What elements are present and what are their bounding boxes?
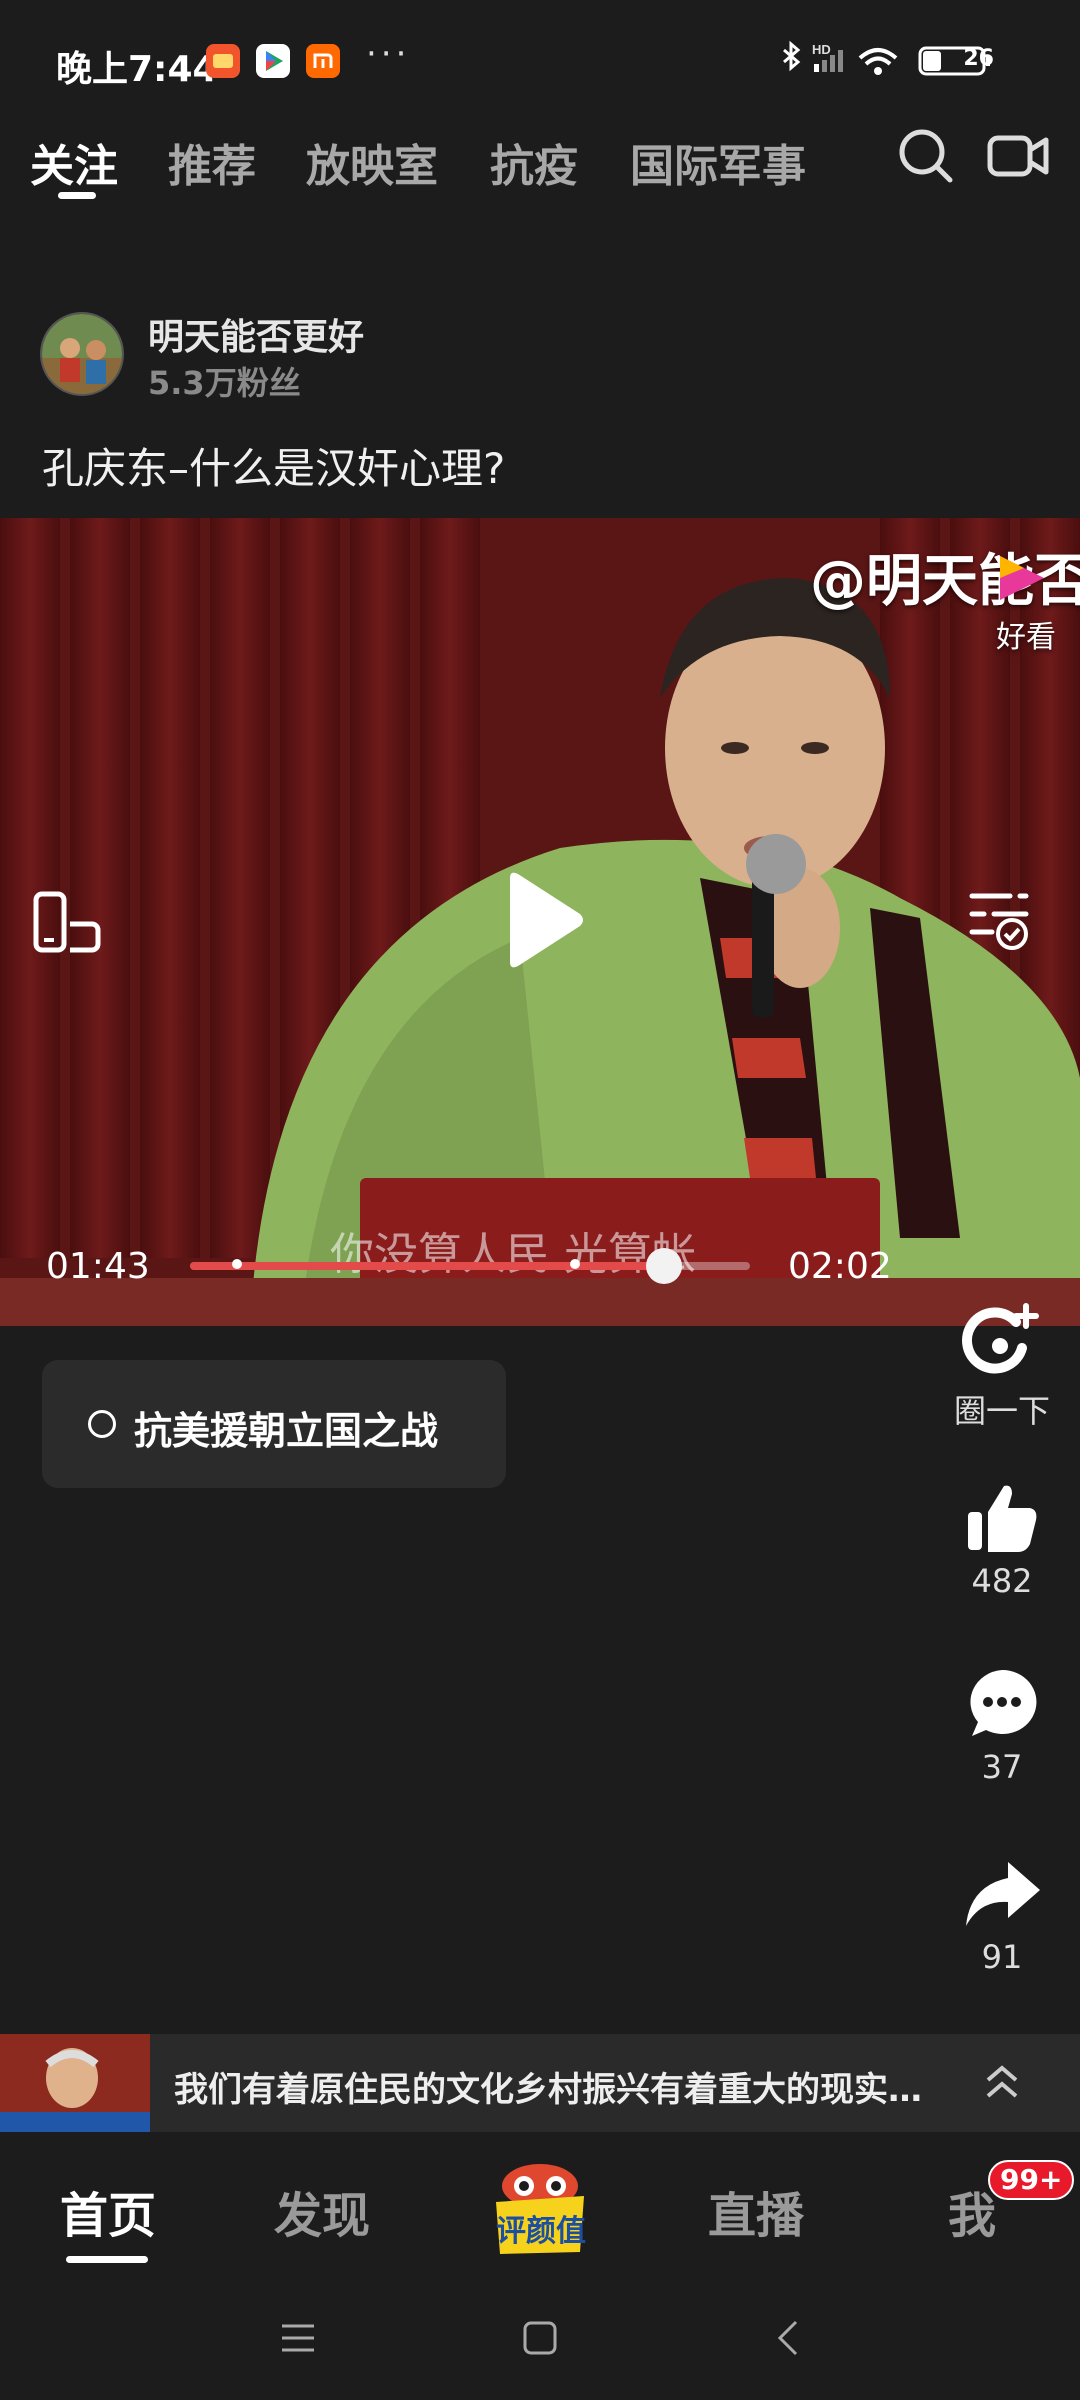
- nav-rate-looks-logo[interactable]: 评颜值: [484, 2156, 596, 2256]
- status-bar: 晚上7:44 ··· HD 26: [0, 0, 1080, 120]
- search-icon[interactable]: [896, 126, 956, 186]
- video-camera-icon[interactable]: [986, 126, 1050, 186]
- nav-rate-looks-label: 评颜值: [496, 2214, 586, 2249]
- chevron-double-up-icon[interactable]: [980, 2058, 1024, 2108]
- kuaishou-app-icon: [206, 44, 240, 78]
- author-fans-count: 5.3万粉丝: [148, 364, 301, 402]
- circle-plus-icon: [962, 1303, 1039, 1374]
- more-dots: ···: [366, 34, 411, 74]
- network-hd-label: HD: [812, 42, 831, 57]
- progress-fill: [190, 1262, 664, 1270]
- share-count: 91: [981, 1938, 1023, 1976]
- haokan-logo-icon: [1000, 556, 1044, 600]
- play-icon[interactable]: [500, 870, 586, 970]
- nav-discover[interactable]: 发现: [274, 2176, 370, 2246]
- tab-military[interactable]: 国际军事: [630, 130, 806, 194]
- progress-bar[interactable]: [190, 1248, 750, 1284]
- progress-marker: [570, 1259, 580, 1269]
- author-name[interactable]: 明天能否更好: [148, 308, 364, 360]
- total-time: 02:02: [788, 1246, 892, 1287]
- system-nav-bar: [0, 2282, 1080, 2400]
- nav-active-indicator: [66, 2256, 148, 2263]
- topic-label: 抗美援朝立国之战: [134, 1409, 439, 1453]
- nav-home[interactable]: 首页: [60, 2176, 156, 2246]
- tab-active-indicator: [58, 192, 96, 199]
- progress-marker: [232, 1259, 242, 1269]
- back-icon[interactable]: [770, 2320, 806, 2356]
- like-action[interactable]: 482: [940, 1480, 1064, 1600]
- playback-settings-icon[interactable]: [966, 888, 1032, 954]
- circle-action[interactable]: 圈一下: [940, 1300, 1064, 1432]
- author-avatar[interactable]: [40, 312, 124, 396]
- mi-app-icon: [306, 44, 340, 78]
- share-icon: [966, 1862, 1040, 1926]
- post-title[interactable]: 孔庆东–什么是汉奸心理?: [42, 435, 505, 496]
- share-action[interactable]: 91: [940, 1856, 1064, 1976]
- bottom-nav: 首页 发现 评颜值 直播 我 99+: [0, 2132, 1080, 2282]
- home-square-icon[interactable]: [522, 2320, 558, 2356]
- tab-screening-room[interactable]: 放映室: [306, 130, 438, 194]
- notification-badge: 99+: [988, 2160, 1075, 2200]
- related-video-bar[interactable]: 我们有着原住民的文化乡村振兴有着重大的现实意义: [0, 2034, 1080, 2132]
- video-subtitle: 你没算人民 光算帐: [330, 1229, 696, 1280]
- tab-anti-epidemic[interactable]: 抗疫: [490, 130, 578, 194]
- circle-label: 圈一下: [953, 1392, 1050, 1430]
- wifi-icon: [858, 48, 898, 75]
- tab-recommend[interactable]: 推荐: [168, 130, 256, 194]
- rotate-screen-icon[interactable]: [30, 890, 106, 956]
- progress-knob[interactable]: [645, 1248, 682, 1284]
- battery-level: 26: [963, 46, 994, 71]
- related-title: 我们有着原住民的文化乡村振兴有着重大的现实意义: [174, 2070, 944, 2110]
- like-count: 482: [971, 1562, 1033, 1600]
- video-player[interactable]: @明天能否 好看 你没算人民 光算帐 01:43 02:02: [0, 518, 1080, 1326]
- current-time: 01:43: [46, 1246, 150, 1287]
- topic-circle-icon: [88, 1410, 116, 1438]
- comment-count: 37: [981, 1748, 1023, 1786]
- related-thumbnail: [0, 2034, 150, 2132]
- play-store-icon: [256, 44, 290, 78]
- comment-action[interactable]: 37: [940, 1666, 1064, 1786]
- bluetooth-icon: [783, 40, 801, 72]
- video-watermark-sub: 好看: [996, 620, 1056, 655]
- nav-live[interactable]: 直播: [708, 2176, 804, 2246]
- top-tab-bar: 关注 推荐 放映室 抗疫 国际军事: [0, 120, 1080, 230]
- thumbs-up-icon: [968, 1485, 1037, 1552]
- menu-icon[interactable]: [280, 2320, 316, 2356]
- comment-icon: [970, 1669, 1037, 1736]
- tab-follow[interactable]: 关注: [30, 130, 118, 194]
- topic-chip[interactable]: 抗美援朝立国之战: [42, 1360, 506, 1488]
- status-time: 晚上7:44: [56, 49, 218, 90]
